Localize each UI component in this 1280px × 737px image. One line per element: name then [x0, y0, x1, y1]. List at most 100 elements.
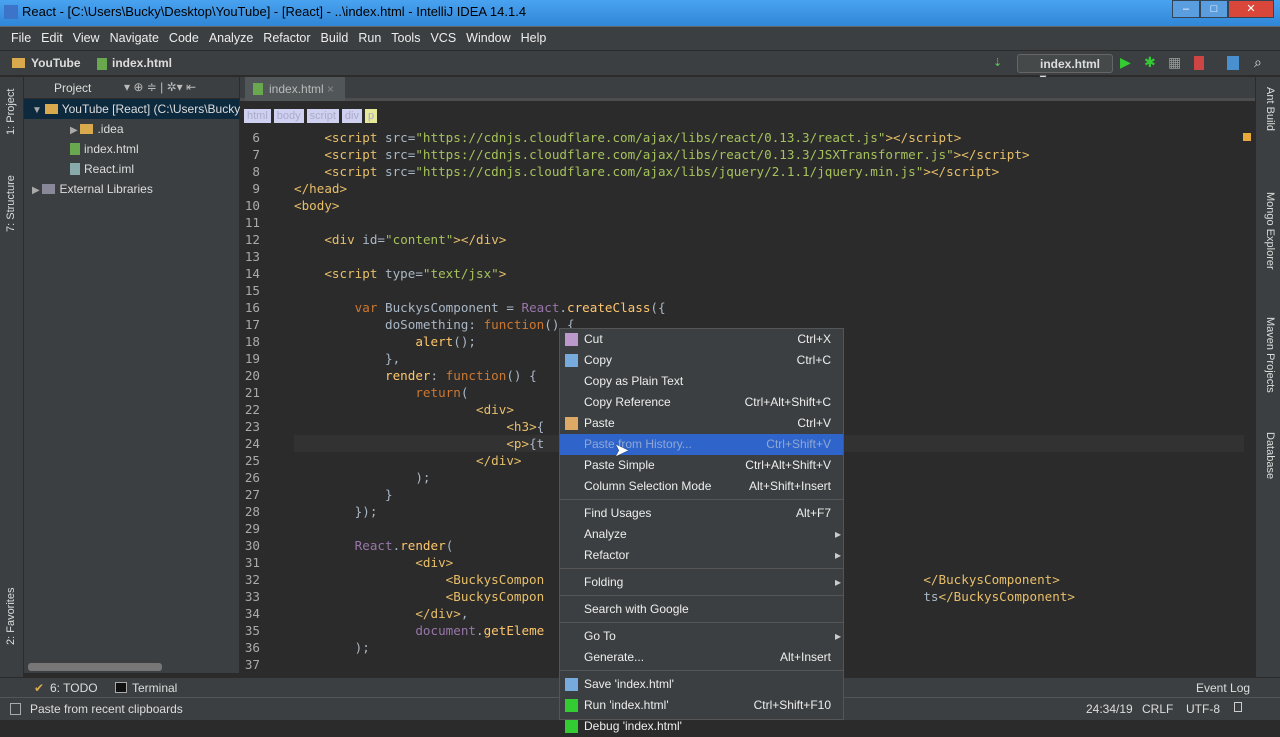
tool-database[interactable]: Database: [1264, 432, 1276, 479]
code-line[interactable]: [294, 248, 1244, 265]
breadcrumb-project[interactable]: YouTube: [31, 56, 81, 70]
menu-build[interactable]: Build: [316, 27, 354, 50]
menu-item-shortcut: Alt+Insert: [779, 650, 831, 664]
code-line[interactable]: <script src="https://cdnjs.cloudflare.co…: [294, 129, 1244, 146]
menu-item-shortcut: Ctrl+Alt+Shift+C: [744, 395, 831, 409]
menu-refactor[interactable]: Refactor: [258, 27, 315, 50]
debug-icon[interactable]: ✱: [1144, 54, 1158, 70]
menu-item-paste[interactable]: Paste Ctrl+V: [560, 413, 843, 434]
tab-index-html[interactable]: index.html ×: [245, 77, 345, 101]
file-encoding[interactable]: UTF-8: [1186, 702, 1220, 716]
run-config-select[interactable]: index.html ▾: [1017, 54, 1113, 85]
menu-item-label: Column Selection Mode: [584, 479, 712, 493]
tree-item[interactable]: ▼ YouTube [React] (C:\Users\Bucky: [24, 99, 241, 119]
menu-item-refactor[interactable]: Refactor: [560, 545, 843, 566]
code-line[interactable]: <script type="text/jsx">: [294, 265, 1244, 282]
code-line[interactable]: var BuckysComponent = React.createClass(…: [294, 299, 1244, 316]
menu-run[interactable]: Run: [353, 27, 386, 50]
tree-item[interactable]: index.html: [24, 139, 239, 159]
menu-item-find-usages[interactable]: Find Usages Alt+F7: [560, 503, 843, 524]
tag-crumb-html[interactable]: html: [244, 109, 271, 123]
menu-item-go-to[interactable]: Go To: [560, 626, 843, 647]
tool-terminal[interactable]: Terminal: [132, 681, 177, 695]
menu-edit[interactable]: Edit: [36, 27, 68, 50]
structure-icon[interactable]: [1227, 56, 1239, 70]
menu-item-label: Paste: [584, 416, 615, 430]
menu-item-column-selection-mode[interactable]: Column Selection Mode Alt+Shift+Insert: [560, 476, 843, 497]
minimize-button[interactable]: –: [1172, 0, 1200, 18]
menu-item-run-index-html[interactable]: Run 'index.html' Ctrl+Shift+F10: [560, 695, 843, 716]
code-line[interactable]: </head>: [294, 180, 1244, 197]
line-number: 13: [244, 249, 260, 264]
warning-marker-icon[interactable]: [1243, 133, 1251, 141]
menu-item-label: Search with Google: [584, 602, 689, 616]
menu-item-label: Copy: [584, 353, 613, 367]
menu-code[interactable]: Code: [164, 27, 204, 50]
menu-item-folding[interactable]: Folding: [560, 572, 843, 593]
menu-item-paste-from-history[interactable]: Paste from History... Ctrl+Shift+V: [560, 434, 843, 455]
menu-item-label: Debug 'index.html': [584, 719, 682, 733]
menu-help[interactable]: Help: [516, 27, 552, 50]
coverage-icon[interactable]: ▦: [1168, 54, 1182, 70]
code-line[interactable]: [294, 282, 1244, 299]
menu-analyze[interactable]: Analyze: [204, 27, 258, 50]
horizontal-scrollbar[interactable]: [28, 663, 162, 671]
tool-favorites[interactable]: 2: Favorites: [5, 588, 17, 645]
code-line[interactable]: <script src="https://cdnjs.cloudflare.co…: [294, 146, 1244, 163]
menu-window[interactable]: Window: [461, 27, 515, 50]
tree-item[interactable]: React.iml: [24, 159, 239, 179]
tool-todo[interactable]: 6: TODO: [50, 681, 98, 695]
lock-icon[interactable]: [1234, 702, 1242, 712]
menu-view[interactable]: View: [68, 27, 105, 50]
menu-item-cut[interactable]: Cut Ctrl+X: [560, 329, 843, 350]
sort-icon[interactable]: ⇣: [993, 56, 1007, 70]
maximize-button[interactable]: □: [1200, 0, 1228, 18]
tree-item-label: YouTube [React] (C:\Users\Bucky: [61, 102, 241, 116]
tag-crumb-p[interactable]: p: [364, 109, 378, 123]
stop-icon[interactable]: [1194, 56, 1204, 70]
close-button[interactable]: ✕: [1228, 0, 1274, 18]
tool-maven-projects[interactable]: Maven Projects: [1264, 317, 1276, 393]
tool-event-log[interactable]: Event Log: [1196, 681, 1250, 695]
code-line[interactable]: <body>: [294, 197, 1244, 214]
menu-item-debug-index-html[interactable]: Debug 'index.html': [560, 716, 843, 737]
close-tab-icon[interactable]: ×: [327, 82, 334, 96]
tool-project[interactable]: 1: Project: [5, 89, 17, 135]
breadcrumb-file[interactable]: index.html: [112, 56, 172, 70]
expand-arrow-icon[interactable]: ▶: [70, 125, 80, 136]
menu-vcs[interactable]: VCS: [425, 27, 461, 50]
menu-item-copy-as-plain-text[interactable]: Copy as Plain Text: [560, 371, 843, 392]
code-line[interactable]: <script src="https://cdnjs.cloudflare.co…: [294, 163, 1244, 180]
menu-file[interactable]: File: [6, 27, 36, 50]
tag-crumb-script[interactable]: script: [306, 109, 339, 123]
menu-item-save-index-html[interactable]: Save 'index.html': [560, 674, 843, 695]
tool-mongo-explorer[interactable]: Mongo Explorer: [1264, 192, 1276, 270]
tag-crumb-body[interactable]: body: [273, 109, 304, 123]
tree-item[interactable]: ▶ External Libraries: [24, 179, 239, 199]
menu-item-paste-simple[interactable]: Paste Simple Ctrl+Alt+Shift+V: [560, 455, 843, 476]
line-number: 21: [244, 385, 260, 400]
search-icon[interactable]: ⌕: [1254, 54, 1268, 70]
line-number: 11: [244, 215, 260, 230]
menu-navigate[interactable]: Navigate: [105, 27, 164, 50]
tree-item[interactable]: ▶ .idea: [24, 119, 239, 139]
tool-structure[interactable]: 7: Structure: [5, 175, 17, 232]
menu-item-search-with-google[interactable]: Search with Google: [560, 599, 843, 620]
menu-item-copy[interactable]: Copy Ctrl+C: [560, 350, 843, 371]
code-line[interactable]: <div id="content"></div>: [294, 231, 1244, 248]
tool-ant-build[interactable]: Ant Build: [1264, 87, 1276, 131]
menu-item-generate[interactable]: Generate... Alt+Insert: [560, 647, 843, 668]
line-separator[interactable]: CRLF: [1142, 702, 1173, 716]
run-icon[interactable]: ▶: [1120, 54, 1134, 70]
line-number: 34: [244, 606, 260, 621]
expand-arrow-icon[interactable]: ▶: [32, 185, 42, 196]
menu-tools[interactable]: Tools: [386, 27, 425, 50]
tag-crumb-div[interactable]: div: [341, 109, 362, 123]
expand-arrow-icon[interactable]: ▼: [32, 105, 45, 116]
code-line[interactable]: [294, 214, 1244, 231]
project-toolbar-icons[interactable]: ▾ ⊕ ≑ | ✲▾ ⇤: [124, 80, 196, 94]
menu-item-analyze[interactable]: Analyze: [560, 524, 843, 545]
caret-position[interactable]: 24:34/19: [1086, 702, 1133, 716]
project-view-select[interactable]: Project: [54, 81, 91, 95]
menu-item-copy-reference[interactable]: Copy Reference Ctrl+Alt+Shift+C: [560, 392, 843, 413]
